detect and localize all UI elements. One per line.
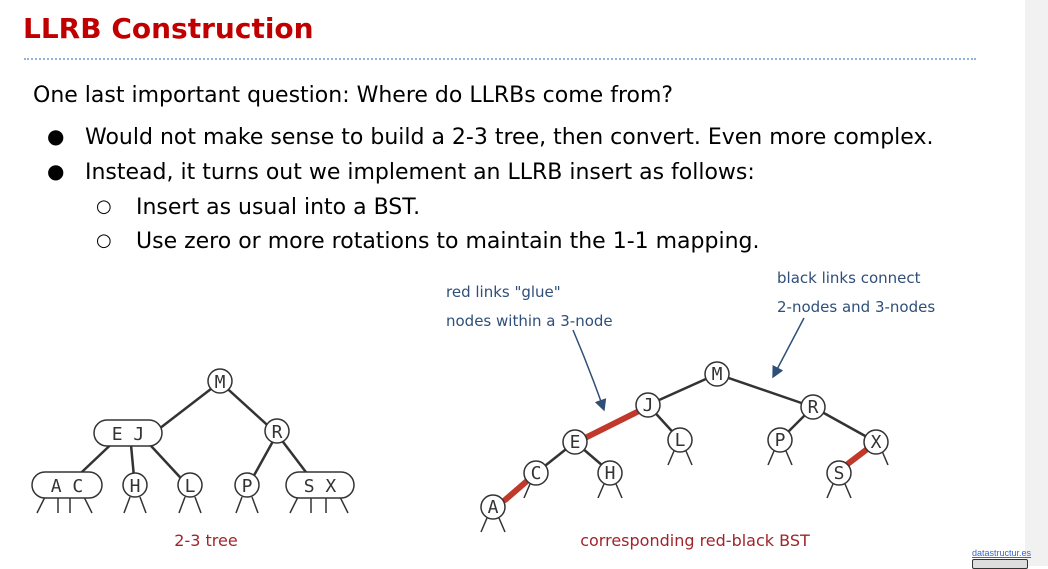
rbtree-diagram: M J R E L P X C H S A red links "glue" n… [446, 269, 935, 550]
cc-license-icon [972, 559, 1028, 569]
tree23-null-links [36, 496, 349, 514]
rb-label-s: S [834, 463, 845, 484]
tree23-label-ej: E J [112, 424, 145, 445]
rb-label-a: A [488, 497, 499, 518]
tree23-label-h: H [130, 476, 141, 497]
rb-labels: M J R E L P X C H S A [488, 364, 882, 518]
rb-label-c: C [531, 463, 542, 484]
tree23-caption: 2-3 tree [174, 531, 237, 550]
tree23-label-r: R [272, 422, 283, 443]
tree23-diagram: M E J R A C H L P S X 2-3 tree [31, 368, 355, 550]
annotation-red-arrow [572, 329, 607, 412]
rb-label-r: R [808, 397, 819, 418]
rb-label-h: H [605, 463, 616, 484]
tree23-label-l: L [185, 476, 196, 497]
annotation-red-line2: nodes within a 3-node [446, 312, 613, 330]
footer-link[interactable]: datastructur.es [972, 548, 1031, 558]
annotation-black-line1: black links connect [777, 269, 921, 287]
rb-label-m: M [712, 364, 723, 385]
rb-label-p: P [775, 430, 786, 451]
rb-black-links [535, 372, 877, 474]
tree23-label-sx: S X [304, 476, 337, 497]
rb-label-l: L [675, 430, 686, 451]
tree-diagrams: M E J R A C H L P S X 2-3 tree M J R E L… [31, 269, 935, 550]
tree23-label-ac: A C [51, 476, 84, 497]
tree23-label-m: M [215, 372, 226, 393]
annotation-black-arrow [772, 317, 805, 379]
rbtree-caption: corresponding red-black BST [580, 531, 810, 550]
rb-label-x: X [871, 432, 882, 453]
tree23-label-p: P [242, 476, 253, 497]
annotation-red-line1: red links "glue" [446, 283, 561, 301]
rb-label-e: E [570, 432, 581, 453]
rb-label-j: J [643, 395, 654, 416]
annotation-black-line2: 2-nodes and 3-nodes [777, 298, 935, 316]
